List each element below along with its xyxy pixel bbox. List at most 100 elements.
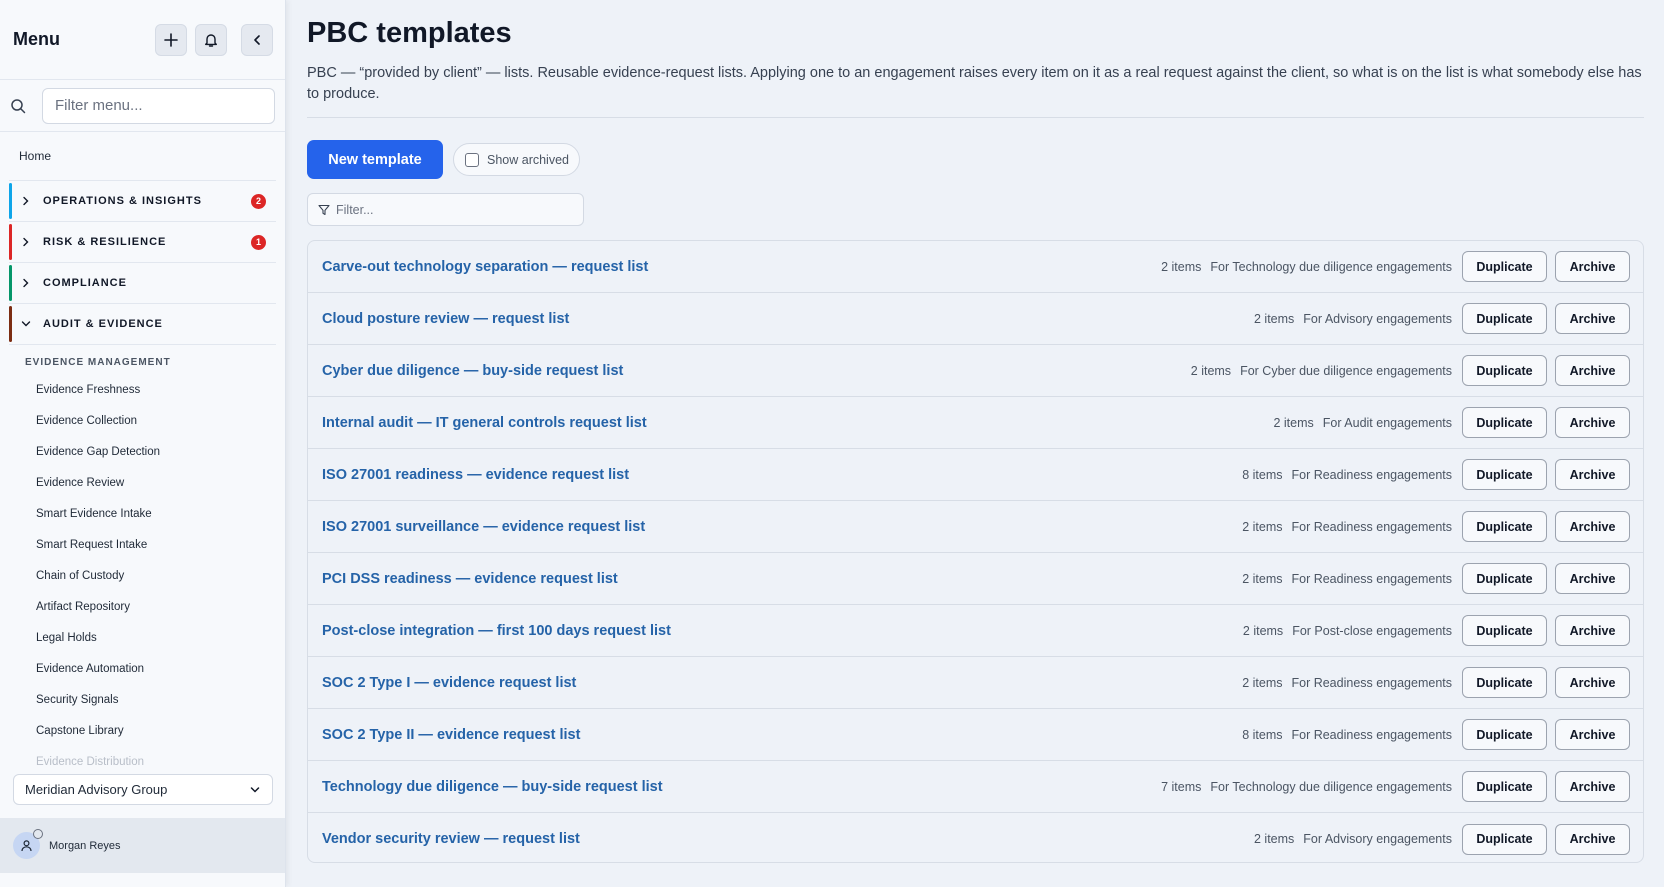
- collapse-sidebar-button[interactable]: [241, 23, 273, 56]
- template-name-link[interactable]: Internal audit — IT general controls req…: [322, 415, 1273, 431]
- template-name-link[interactable]: ISO 27001 readiness — evidence request l…: [322, 467, 1242, 483]
- avatar: [13, 829, 43, 859]
- template-item-count: 2 items: [1254, 832, 1295, 846]
- duplicate-button[interactable]: Duplicate: [1462, 771, 1547, 802]
- sidebar-item-evidence-automation[interactable]: Evidence Automation: [9, 653, 276, 684]
- table-row: Internal audit — IT general controls req…: [308, 397, 1643, 449]
- template-name-link[interactable]: SOC 2 Type I — evidence request list: [322, 675, 1242, 691]
- sidebar: Menu Home OPERATIONS & INSIGHTS 2: [0, 0, 286, 887]
- sidebar-item-evidence-distribution[interactable]: Evidence Distribution: [9, 746, 276, 768]
- bell-icon: [205, 33, 217, 47]
- template-engagement-type: For Readiness engagements: [1291, 571, 1452, 586]
- template-name-link[interactable]: ISO 27001 surveillance — evidence reques…: [322, 519, 1242, 535]
- duplicate-button[interactable]: Duplicate: [1462, 667, 1547, 698]
- table-row: ISO 27001 surveillance — evidence reques…: [308, 501, 1643, 553]
- notifications-button[interactable]: [195, 23, 227, 56]
- sidebar-item-home[interactable]: Home: [9, 132, 276, 180]
- table-row: SOC 2 Type I — evidence request list 2 it…: [308, 657, 1643, 709]
- sidebar-item-evidence-freshness[interactable]: Evidence Freshness: [9, 374, 276, 405]
- archive-button[interactable]: Archive: [1555, 771, 1630, 802]
- new-template-button[interactable]: New template: [307, 140, 443, 179]
- duplicate-button[interactable]: Duplicate: [1462, 563, 1547, 594]
- archive-button[interactable]: Archive: [1555, 355, 1630, 386]
- sidebar-item-evidence-review[interactable]: Evidence Review: [9, 467, 276, 498]
- template-name-link[interactable]: Vendor security review — request list: [322, 831, 1254, 847]
- archive-button[interactable]: Archive: [1555, 251, 1630, 282]
- user-name: Morgan Reyes: [49, 839, 121, 852]
- divider: [307, 117, 1644, 118]
- nav-group-label: COMPLIANCE: [43, 277, 127, 289]
- duplicate-button[interactable]: Duplicate: [1462, 407, 1547, 438]
- template-list: Carve-out technology separation — reques…: [307, 240, 1644, 863]
- sidebar-item-chain-of-custody[interactable]: Chain of Custody: [9, 560, 276, 591]
- filter-menu-input[interactable]: [42, 87, 275, 124]
- table-row: SOC 2 Type II — evidence request list 8 i…: [308, 709, 1643, 761]
- archive-button[interactable]: Archive: [1555, 407, 1630, 438]
- duplicate-button[interactable]: Duplicate: [1462, 615, 1547, 646]
- search-icon: [10, 98, 34, 114]
- sidebar-item-artifact-repository[interactable]: Artifact Repository: [9, 591, 276, 622]
- main-content: PBC templates PBC — “provided by client”…: [307, 0, 1644, 887]
- archive-button[interactable]: Archive: [1555, 303, 1630, 334]
- duplicate-button[interactable]: Duplicate: [1462, 823, 1547, 855]
- show-archived-toggle[interactable]: Show archived: [453, 143, 580, 176]
- sidebar-item-evidence-gap-detection[interactable]: Evidence Gap Detection: [9, 436, 276, 467]
- template-engagement-type: For Post-close engagements: [1292, 623, 1452, 638]
- template-engagement-type: For Advisory engagements: [1303, 311, 1452, 326]
- notification-badge: 2: [251, 193, 266, 209]
- archive-button[interactable]: Archive: [1555, 719, 1630, 750]
- archive-button[interactable]: Archive: [1555, 511, 1630, 542]
- archive-button[interactable]: Archive: [1555, 667, 1630, 698]
- nav-group-audit[interactable]: AUDIT & EVIDENCE: [9, 303, 276, 344]
- archive-button[interactable]: Archive: [1555, 615, 1630, 646]
- duplicate-button[interactable]: Duplicate: [1462, 459, 1547, 490]
- template-name-link[interactable]: Technology due diligence — buy-side requ…: [322, 779, 1161, 795]
- template-name-link[interactable]: Post-close integration — first 100 days …: [322, 623, 1243, 639]
- chevron-left-icon: [254, 34, 260, 45]
- archive-button[interactable]: Archive: [1555, 823, 1630, 855]
- duplicate-button[interactable]: Duplicate: [1462, 511, 1547, 542]
- duplicate-button[interactable]: Duplicate: [1462, 355, 1547, 386]
- template-name-link[interactable]: Cloud posture review — request list: [322, 311, 1254, 327]
- chevron-down-icon: [250, 786, 260, 793]
- sidebar-item-smart-request-intake[interactable]: Smart Request Intake: [9, 529, 276, 560]
- sidebar-search: [0, 80, 285, 132]
- duplicate-button[interactable]: Duplicate: [1462, 251, 1547, 282]
- duplicate-button[interactable]: Duplicate: [1462, 303, 1547, 334]
- add-button[interactable]: [155, 23, 187, 56]
- page-title: PBC templates: [307, 17, 512, 49]
- filter-input[interactable]: [336, 202, 566, 217]
- archive-button[interactable]: Archive: [1555, 563, 1630, 594]
- table-row: PCI DSS readiness — evidence request lis…: [308, 553, 1643, 605]
- sidebar-item-capstone-library[interactable]: Capstone Library: [9, 715, 276, 746]
- template-item-count: 8 items: [1242, 467, 1283, 482]
- sidebar-item-smart-evidence-intake[interactable]: Smart Evidence Intake: [9, 498, 276, 529]
- nav-group-risk[interactable]: RISK & RESILIENCE 1: [9, 221, 276, 262]
- sidebar-item-legal-holds[interactable]: Legal Holds: [9, 622, 276, 653]
- nav-group-operations[interactable]: OPERATIONS & INSIGHTS 2: [9, 180, 276, 221]
- template-item-count: 2 items: [1242, 623, 1284, 638]
- template-name-link[interactable]: SOC 2 Type II — evidence request list: [322, 727, 1242, 743]
- nav-group-compliance[interactable]: COMPLIANCE: [9, 262, 276, 303]
- archive-button[interactable]: Archive: [1555, 459, 1630, 490]
- template-name-link[interactable]: Carve-out technology separation — reques…: [322, 259, 1161, 275]
- user-profile[interactable]: Morgan Reyes: [0, 818, 285, 873]
- nav-subheading: EVIDENCE MANAGEMENT: [9, 344, 276, 374]
- sidebar-item-security-signals[interactable]: Security Signals: [9, 684, 276, 715]
- table-row: Post-close integration — first 100 days …: [308, 605, 1643, 657]
- template-item-count: 8 items: [1242, 727, 1283, 742]
- group-color-bar: [9, 183, 12, 219]
- chevron-right-icon: [21, 196, 39, 206]
- notification-badge: 1: [251, 234, 266, 250]
- show-archived-checkbox[interactable]: [465, 152, 479, 167]
- organization-select[interactable]: Meridian Advisory Group: [13, 774, 273, 805]
- template-name-link[interactable]: PCI DSS readiness — evidence request lis…: [322, 571, 1242, 587]
- user-icon: [21, 840, 32, 852]
- template-engagement-type: For Cyber due diligence engagements: [1240, 363, 1452, 378]
- table-row: Carve-out technology separation — reques…: [308, 241, 1643, 293]
- table-row: ISO 27001 readiness — evidence request l…: [308, 449, 1643, 501]
- template-engagement-type: For Readiness engagements: [1291, 675, 1452, 690]
- duplicate-button[interactable]: Duplicate: [1462, 719, 1547, 750]
- template-name-link[interactable]: Cyber due diligence — buy-side request l…: [322, 363, 1191, 379]
- sidebar-item-evidence-collection[interactable]: Evidence Collection: [9, 405, 276, 436]
